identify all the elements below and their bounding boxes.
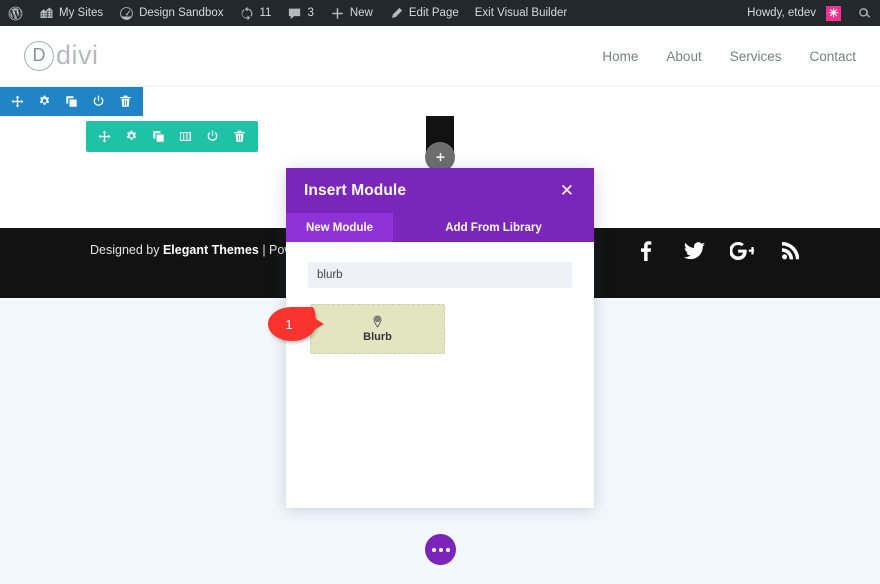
insert-module-modal: Insert Module ✕ New Module Add From Libr… [286, 168, 594, 508]
my-sites-icon [39, 6, 54, 21]
move-section-button[interactable] [7, 87, 28, 116]
modal-header: Insert Module ✕ [286, 168, 594, 213]
footer-credit-brand[interactable]: Elegant Themes [163, 243, 259, 257]
row-toolbar [86, 121, 258, 152]
divi-logo-wordmark: divi [56, 40, 99, 70]
admin-bar-item-new[interactable]: New [322, 0, 381, 26]
plus-icon [435, 152, 446, 163]
nav-item-home[interactable]: Home [602, 49, 638, 64]
pencil-icon [389, 6, 404, 21]
delete-row-button[interactable] [229, 122, 250, 151]
footer-credit-prefix: Designed by [90, 243, 163, 257]
gear-icon [38, 95, 51, 108]
delete-section-button[interactable] [115, 87, 136, 116]
modal-tab-bar: New Module Add From Library [286, 213, 594, 242]
module-search-input[interactable] [308, 262, 572, 288]
module-tile-blurb-label: Blurb [363, 331, 392, 343]
search-icon [857, 6, 872, 21]
admin-bar-item-site-name[interactable]: Design Sandbox [111, 0, 231, 26]
admin-bar-item-edit-page-label: Edit Page [408, 7, 459, 19]
admin-bar-item-edit-page[interactable]: Edit Page [381, 0, 467, 26]
duplicate-row-button[interactable] [148, 122, 169, 151]
site-header: D divi Home About Services Contact [0, 26, 880, 87]
admin-bar-left-group: My Sites Design Sandbox 11 3 New Edit Pa… [0, 0, 575, 26]
google-plus-icon[interactable] [730, 238, 754, 264]
callout-marker-number: 1 [285, 316, 293, 332]
disable-section-button[interactable] [88, 87, 109, 116]
row-settings-button[interactable] [121, 122, 142, 151]
power-icon [206, 130, 219, 143]
wordpress-logo-icon [8, 6, 23, 21]
gear-icon [125, 130, 138, 143]
section-toolbar [0, 87, 143, 116]
wp-admin-bar: My Sites Design Sandbox 11 3 New Edit Pa… [0, 0, 880, 26]
twitter-icon[interactable] [682, 238, 706, 264]
nav-item-contact[interactable]: Contact [809, 49, 856, 64]
modal-title: Insert Module [304, 181, 407, 199]
avatar: ✳ [826, 5, 841, 21]
disable-row-button[interactable] [202, 122, 223, 151]
trash-icon [233, 130, 246, 143]
duplicate-section-button[interactable] [61, 87, 82, 116]
columns-icon [179, 130, 192, 143]
admin-bar-item-my-sites[interactable]: My Sites [31, 0, 111, 26]
admin-bar-item-site-name-label: Design Sandbox [139, 7, 224, 19]
tab-new-module[interactable]: New Module [286, 213, 393, 242]
nav-item-about[interactable]: About [666, 49, 701, 64]
map-pin-icon [371, 315, 384, 328]
admin-bar-item-new-label: New [349, 7, 373, 19]
tab-add-from-library[interactable]: Add From Library [393, 213, 594, 242]
rss-icon[interactable] [778, 238, 802, 264]
footer-social-list [634, 238, 802, 264]
admin-bar-item-exit-visual-builder-label: Exit Visual Builder [474, 7, 568, 19]
section-settings-button[interactable] [34, 87, 55, 116]
page-settings-button[interactable] [425, 534, 456, 565]
modal-body: Blurb [286, 242, 594, 508]
plus-icon [330, 6, 345, 21]
facebook-icon[interactable] [634, 238, 658, 264]
admin-bar-item-updates-count: 11 [259, 7, 272, 19]
updates-icon [240, 6, 255, 21]
trash-icon [119, 95, 132, 108]
admin-bar-search-button[interactable] [849, 0, 880, 26]
duplicate-icon [65, 95, 78, 108]
module-tile-blurb[interactable]: Blurb [310, 304, 445, 354]
ellipsis-icon [431, 547, 450, 552]
duplicate-icon [152, 130, 165, 143]
divi-logo-circle-d: D [24, 40, 54, 71]
divi-logo[interactable]: D divi [24, 40, 99, 71]
power-icon [92, 95, 105, 108]
admin-bar-howdy-label: Howdy, etdev [747, 7, 816, 19]
admin-bar-item-exit-visual-builder[interactable]: Exit Visual Builder [467, 0, 575, 26]
admin-bar-item-comments-count: 3 [307, 7, 314, 19]
admin-bar-item-my-sites-label: My Sites [59, 7, 104, 19]
main-navigation: Home About Services Contact [602, 26, 856, 87]
callout-marker-1: 1 [268, 307, 324, 341]
nav-item-services[interactable]: Services [730, 49, 782, 64]
site-dashboard-icon [119, 6, 134, 21]
change-row-columns-button[interactable] [175, 122, 196, 151]
admin-bar-account-menu[interactable]: Howdy, etdev ✳ [739, 0, 849, 26]
admin-bar-item-wordpress[interactable] [0, 0, 31, 26]
move-row-button[interactable] [94, 122, 115, 151]
close-icon[interactable]: ✕ [558, 180, 576, 201]
comments-icon [287, 6, 302, 21]
admin-bar-right-group: Howdy, etdev ✳ [739, 0, 880, 26]
admin-bar-item-comments[interactable]: 3 [279, 0, 321, 26]
module-results-grid: Blurb [308, 304, 572, 354]
admin-bar-item-updates[interactable]: 11 [232, 0, 280, 26]
move-icon [11, 95, 24, 108]
move-icon [98, 130, 111, 143]
